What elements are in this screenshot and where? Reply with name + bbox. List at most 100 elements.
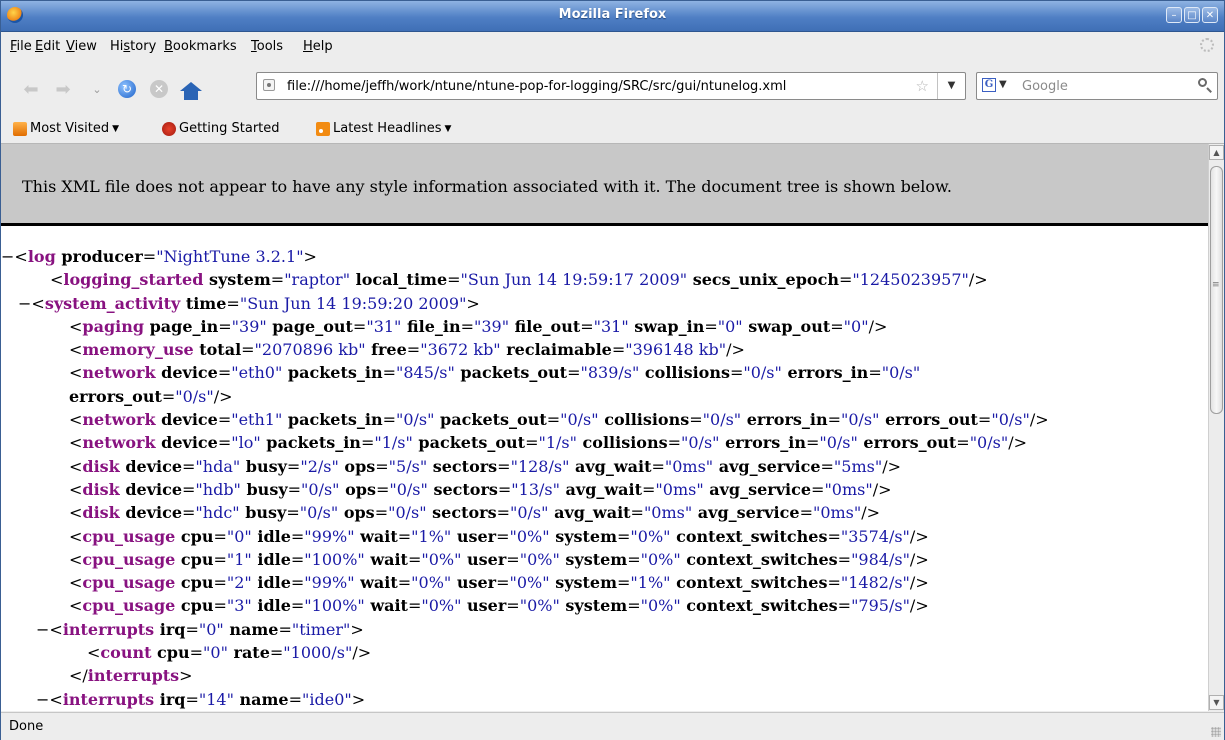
xml-attr-name: context_switches [680,596,838,616]
xml-attr-name: avg_service [713,456,821,476]
xml-punct: < [69,596,83,616]
status-bar: Done [1,712,1224,740]
xml-attr-name: avg_wait [559,479,642,499]
xml-punct: = [374,503,389,523]
bookmark-item[interactable]: Latest Headlines ▼ [316,121,451,136]
xml-attr-value: "39" [231,316,267,336]
close-icon[interactable]: ✕ [1202,7,1218,23]
xml-punct: = [161,386,176,406]
xml-punct: = [185,619,199,639]
xml-punct: = [811,479,825,499]
menu-item[interactable]: Bookmarks [164,39,237,54]
xml-punct: = [375,456,389,476]
xml-attr-value: "0%" [421,596,462,616]
collapse-toggle[interactable]: − [18,294,31,313]
xml-punct: < [69,479,83,499]
reload-button[interactable]: ↻ [115,78,139,100]
xml-tag-name: cpu_usage [82,573,176,593]
xml-punct: < [50,270,64,290]
window-title: Mozilla Firefox [558,7,667,22]
url-bar[interactable]: file:///home/jeffh/work/ntune/ntune-pop-… [256,72,966,100]
xml-attr-value: "eth1" [231,410,283,430]
menu-item[interactable]: View [66,39,97,54]
collapse-toggle[interactable]: − [36,620,49,639]
xml-punct: /> [726,340,745,360]
xml-attr-value: "3574/s" [840,526,910,546]
xml-punct: = [827,526,841,546]
search-input[interactable]: Google [1022,79,1068,94]
xml-attr-name: busy [239,503,287,523]
bookmark-label: Latest Headlines [333,121,442,136]
maximize-icon[interactable]: □ [1184,7,1200,23]
menu-item[interactable]: History [110,39,156,54]
search-bar[interactable]: G ▼ Google [976,72,1218,100]
history-dropdown-button[interactable]: ⌄ [85,78,109,100]
xml-punct: = [213,596,227,616]
search-engine-dropdown[interactable]: ▼ [999,79,1007,90]
xml-attr-name: user [461,596,507,616]
xml-punct: = [407,596,422,616]
resize-grip-icon[interactable] [1211,727,1221,737]
scroll-down-button[interactable]: ▼ [1209,695,1224,710]
xml-punct: < [14,247,28,266]
search-icon[interactable] [1198,78,1212,93]
forward-button[interactable]: ➡ [51,78,75,100]
xml-attr-name: errors_in [781,363,869,383]
xml-punct: = [286,503,300,523]
xml-attr-name: cpu [175,573,214,593]
xml-punct: </ [69,666,88,686]
xml-punct: < [69,549,83,569]
getting-started-icon [162,121,176,136]
bookmark-item[interactable]: Most Visited ▼ [13,121,119,136]
xml-punct: = [837,549,852,569]
search-engine-icon[interactable]: G [982,78,996,92]
xml-punct: = [397,573,412,593]
xml-tag-name: logging_started [63,270,204,290]
xml-line: −<system_activity time="Sun Jun 14 19:59… [1,292,1208,315]
minimize-icon[interactable]: – [1166,7,1182,23]
xml-punct: /> [868,316,888,336]
menu-item[interactable]: Tools [251,39,283,54]
xml-attr-value: "0/s" [991,410,1030,430]
bookmark-star-icon[interactable]: ☆ [916,77,929,95]
site-identity-icon[interactable] [263,79,275,91]
xml-attr-name: system [549,573,618,593]
xml-punct: = [213,526,227,546]
bookmarks-toolbar: Most Visited ▼ Getting Started Latest Headl… [1,116,1224,144]
title-bar[interactable]: Mozilla Firefox – □ ✕ [1,1,1224,32]
xml-tag-name: interrupts [62,619,155,639]
xml-attr-name: sectors [427,479,498,499]
vertical-scrollbar[interactable]: ▲ ▼ [1208,144,1224,711]
stop-button[interactable]: ✕ [147,78,171,100]
xml-attr-name: errors_in [741,410,828,430]
xml-attr-name: cpu [175,526,214,546]
xml-attr-value: "99%" [304,526,355,546]
xml-punct: = [729,363,744,383]
url-input[interactable]: file:///home/jeffh/work/ntune/ntune-pop-… [287,79,786,94]
scroll-up-button[interactable]: ▲ [1209,145,1224,160]
xml-attr-value: "hdc" [195,503,240,523]
menu-item[interactable]: Help [303,39,333,54]
xml-attr-value: "ide0" [302,689,352,709]
xml-punct: > [303,247,317,266]
xml-attr-value: "0/s" [388,503,427,523]
xml-attr-name: sectors [427,456,498,476]
xml-attr-value: "795/s" [851,596,910,616]
back-button[interactable]: ⬅ [19,78,43,100]
xml-attr-value: "31" [593,316,629,336]
xml-punct: = [497,456,511,476]
xml-attr-name: packets_out [454,363,568,383]
xml-punct: = [189,643,204,663]
collapse-toggle[interactable]: − [36,690,49,709]
collapse-toggle[interactable]: − [1,247,14,266]
home-button[interactable] [179,78,203,100]
menu-item[interactable]: Edit [35,39,60,54]
xml-punct: = [217,363,232,383]
url-history-dropdown[interactable]: ▼ [937,73,965,99]
scroll-thumb[interactable] [1210,166,1223,414]
menu-item[interactable]: File [10,39,32,54]
xml-line: </interrupts> [1,664,1208,687]
xml-attr-value: "2" [226,573,252,593]
xml-punct: = [290,549,305,569]
bookmark-item[interactable]: Getting Started [162,121,280,136]
